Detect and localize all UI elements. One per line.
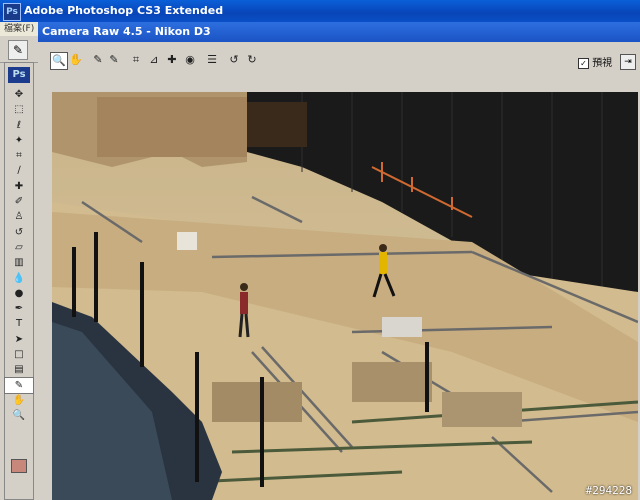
red-eye-icon[interactable]: ◉: [182, 52, 198, 68]
healing-brush-icon[interactable]: ✚: [5, 179, 33, 194]
fullscreen-icon[interactable]: ⇥: [620, 54, 636, 70]
rotate-right-icon[interactable]: ↻: [244, 52, 260, 68]
watermark-text: #294228: [585, 484, 632, 497]
eraser-tool-icon[interactable]: ▱: [5, 240, 33, 255]
eyedropper-tool-icon[interactable]: ✎: [4, 376, 34, 394]
preferences-icon[interactable]: ☰: [204, 52, 220, 68]
crop-tool-icon[interactable]: ⌗: [5, 148, 33, 163]
foreground-color-swatch[interactable]: [11, 459, 27, 473]
lasso-tool-icon[interactable]: ℓ: [5, 118, 33, 133]
menu-file[interactable]: 檔案(F): [4, 24, 34, 34]
history-brush-icon[interactable]: ↺: [5, 225, 33, 240]
toolbox-logo: Ps: [8, 67, 30, 83]
window-title: Adobe Photoshop CS3 Extended: [24, 4, 224, 17]
preview-label: 預視: [592, 58, 613, 69]
photoshop-titlebar: Ps Adobe Photoshop CS3 Extended: [0, 0, 640, 22]
magic-wand-icon[interactable]: ✦: [5, 133, 33, 148]
white-balance-icon[interactable]: ✎: [90, 52, 106, 68]
pen-tool-icon[interactable]: ✒: [5, 301, 33, 316]
color-sampler-icon[interactable]: ✎: [106, 52, 122, 68]
notes-tool-icon[interactable]: ▤: [5, 362, 33, 377]
move-tool-icon[interactable]: ✥: [5, 87, 33, 102]
slice-tool-icon[interactable]: ∕: [5, 163, 33, 178]
clone-stamp-icon[interactable]: ♙: [5, 209, 33, 224]
type-tool-icon[interactable]: T: [5, 316, 33, 331]
straighten-icon[interactable]: ⊿: [146, 52, 162, 68]
preview-toggle[interactable]: ✓ 預視: [578, 54, 612, 69]
tools-palette: Ps ✥ ⬚ ℓ ✦ ⌗ ∕ ✚ ✐ ♙ ↺ ▱ ▥ 💧 ● ✒ T ➤ □ ▤…: [4, 62, 34, 500]
gradient-tool-icon[interactable]: ▥: [5, 255, 33, 270]
shape-tool-icon[interactable]: □: [5, 347, 33, 362]
dodge-tool-icon[interactable]: ●: [5, 286, 33, 301]
brush-tool-icon[interactable]: ✐: [5, 194, 33, 209]
marquee-tool-icon[interactable]: ⬚: [5, 102, 33, 117]
hand-icon[interactable]: ✋: [68, 52, 84, 68]
camera-raw-titlebar: Camera Raw 4.5 - Nikon D3: [38, 22, 640, 42]
eyedropper-icon[interactable]: ✎: [8, 40, 28, 60]
rotate-left-icon[interactable]: ↺: [226, 52, 242, 68]
construction-site-photo: [52, 92, 638, 500]
options-bar: ✎: [0, 36, 38, 63]
path-select-icon[interactable]: ➤: [5, 332, 33, 347]
blur-tool-icon[interactable]: 💧: [5, 271, 33, 286]
preview-checkbox[interactable]: ✓: [578, 57, 589, 69]
crop-icon[interactable]: ⌗: [128, 52, 144, 68]
photoshop-app-icon[interactable]: Ps: [3, 3, 21, 21]
camera-raw-dialog: 🔍 ✋ ✎ ✎ ⌗ ⊿ ✚ ◉ ☰ ↺ ↻ ✓ 預視 ⇥ #294228: [38, 42, 640, 500]
retouch-icon[interactable]: ✚: [164, 52, 180, 68]
zoom-tool-icon[interactable]: 🔍: [5, 408, 33, 423]
zoom-icon[interactable]: 🔍: [50, 52, 68, 70]
camera-raw-toolbar: 🔍 ✋ ✎ ✎ ⌗ ⊿ ✚ ◉ ☰ ↺ ↻: [50, 50, 270, 70]
menubar: 檔案(F): [0, 22, 38, 36]
hand-tool-icon[interactable]: ✋: [5, 393, 33, 408]
image-preview[interactable]: #294228: [52, 92, 638, 500]
